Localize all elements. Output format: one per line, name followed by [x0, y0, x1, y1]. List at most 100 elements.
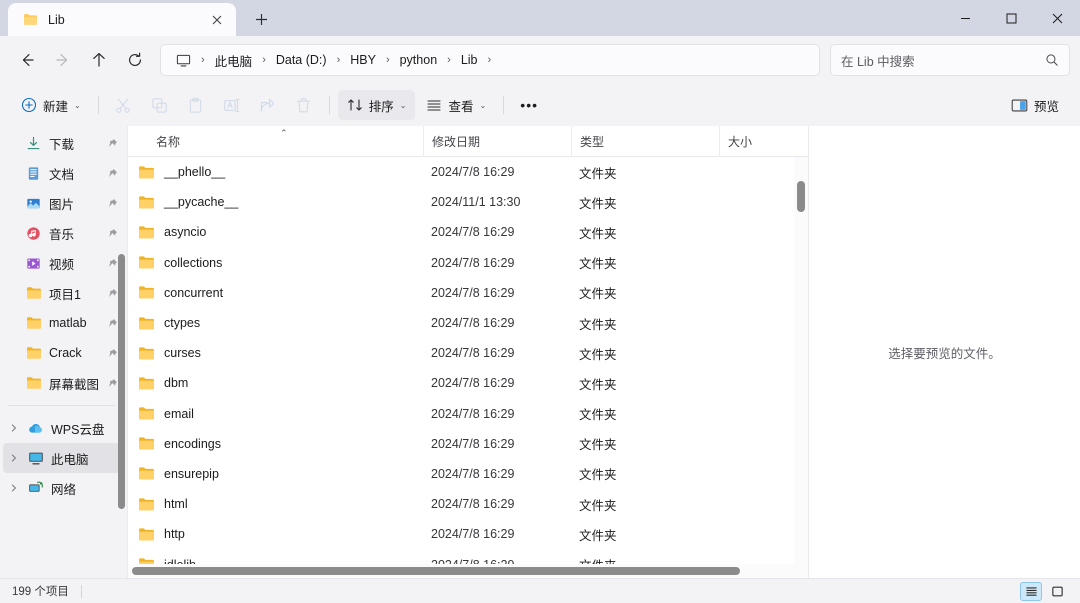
details-view-icon[interactable] [1020, 581, 1042, 601]
pin-icon[interactable] [106, 348, 118, 359]
pin-icon[interactable] [106, 168, 118, 179]
chevron-right-icon[interactable] [7, 484, 20, 492]
sidebar-item-matlab[interactable]: matlab [3, 308, 124, 338]
share-button[interactable] [251, 90, 285, 120]
file-size [719, 217, 789, 247]
large-icons-view-icon[interactable] [1046, 582, 1068, 601]
view-button[interactable]: 查看 ⌄ [417, 90, 495, 120]
table-row[interactable]: ctypes 2024/7/8 16:29 文件夹 [128, 308, 808, 338]
file-name: http [164, 527, 185, 542]
maximize-button[interactable] [988, 0, 1034, 36]
sidebar-item-wps-cloud[interactable]: WPS云盘 [3, 413, 124, 443]
minimize-button[interactable] [942, 0, 988, 36]
column-header-size[interactable]: 大小 [719, 126, 789, 156]
sidebar-item-this-pc[interactable]: 此电脑 [3, 443, 124, 473]
vertical-scrollbar-thumb[interactable] [797, 181, 805, 212]
pin-icon[interactable] [106, 258, 118, 269]
file-name-cell: collections [128, 248, 423, 278]
command-bar: 新建 ⌄ 排序 ⌄ 查看 ⌄ ••• 预览 [0, 84, 1080, 126]
chevron-right-icon[interactable] [7, 424, 20, 432]
back-button[interactable] [10, 43, 44, 77]
search-box[interactable]: 在 Lib 中搜索 [830, 44, 1070, 76]
preview-toggle-button[interactable]: 预览 [1002, 90, 1068, 120]
column-header-name[interactable]: 名称 ⌃ [128, 126, 423, 156]
breadcrumb-item-data[interactable]: Data (D:) [269, 50, 334, 70]
column-header-size-label: 大小 [728, 134, 753, 149]
sort-ascending-icon: ⌃ [280, 128, 288, 138]
breadcrumb-item-hby[interactable]: HBY [343, 50, 383, 70]
table-row[interactable]: ensurepip 2024/7/8 16:29 文件夹 [128, 459, 808, 489]
sidebar-item-downloads[interactable]: 下载 [3, 128, 124, 158]
cloud-icon [27, 420, 44, 437]
scissors-icon [115, 97, 132, 114]
close-icon[interactable] [206, 9, 228, 31]
table-row[interactable]: email 2024/7/8 16:29 文件夹 [128, 399, 808, 429]
monitor-icon [176, 53, 191, 68]
delete-button[interactable] [287, 90, 321, 120]
forward-button[interactable] [46, 43, 80, 77]
address-bar[interactable]: › 此电脑 › Data (D:) › HBY › python › Lib › [160, 44, 820, 76]
sidebar-item-crack[interactable]: Crack [3, 338, 124, 368]
search-input[interactable]: 在 Lib 中搜索 [841, 51, 915, 70]
copy-button[interactable] [143, 90, 177, 120]
refresh-button[interactable] [118, 43, 152, 77]
column-header-type[interactable]: 类型 [571, 126, 719, 156]
cut-button[interactable] [107, 90, 141, 120]
up-button[interactable] [82, 43, 116, 77]
pin-icon[interactable] [106, 198, 118, 209]
table-row[interactable]: asyncio 2024/7/8 16:29 文件夹 [128, 217, 808, 247]
rename-button[interactable] [215, 90, 249, 120]
breadcrumb-item-lib[interactable]: Lib [454, 50, 485, 70]
sidebar-item-project1[interactable]: 项目1 [3, 278, 124, 308]
new-button[interactable]: 新建 ⌄ [12, 90, 90, 120]
pin-icon[interactable] [106, 288, 118, 299]
close-button[interactable] [1034, 0, 1080, 36]
pin-icon[interactable] [106, 138, 118, 149]
folder-icon [138, 346, 155, 361]
pin-icon[interactable] [106, 318, 118, 329]
network-icon [27, 480, 44, 497]
folder-icon [138, 255, 155, 270]
table-row[interactable]: collections 2024/7/8 16:29 文件夹 [128, 248, 808, 278]
sidebar-item-videos[interactable]: 视频 [3, 248, 124, 278]
pin-icon[interactable] [106, 378, 118, 389]
music-icon [25, 225, 42, 242]
sidebar-item-screenshots[interactable]: 屏幕截图 [3, 368, 124, 398]
column-header-date-label: 修改日期 [432, 134, 481, 149]
pin-icon[interactable] [106, 228, 118, 239]
sidebar-item-network[interactable]: 网络 [3, 473, 124, 503]
horizontal-scrollbar-thumb[interactable] [132, 567, 740, 575]
table-row[interactable]: http 2024/7/8 16:29 文件夹 [128, 519, 808, 549]
paste-button[interactable] [179, 90, 213, 120]
sidebar-item-music[interactable]: 音乐 [3, 218, 124, 248]
tab-lib[interactable]: Lib [8, 3, 236, 36]
table-row[interactable]: curses 2024/7/8 16:29 文件夹 [128, 338, 808, 368]
sort-button[interactable]: 排序 ⌄ [337, 90, 416, 120]
file-type: 文件夹 [579, 438, 617, 453]
file-date: 2024/7/8 16:29 [431, 376, 515, 391]
table-row[interactable]: dbm 2024/7/8 16:29 文件夹 [128, 368, 808, 398]
chevron-right-icon[interactable] [7, 454, 20, 462]
column-header-date[interactable]: 修改日期 [423, 126, 571, 156]
file-list-vertical-scrollbar[interactable] [794, 157, 808, 564]
sidebar-item-pictures[interactable]: 图片 [3, 188, 124, 218]
sidebar-scrollbar-thumb[interactable] [118, 254, 125, 509]
sidebar-item-documents[interactable]: 文档 [3, 158, 124, 188]
chevron-down-icon: ⌄ [479, 100, 487, 110]
list-icon [426, 97, 442, 113]
table-row[interactable]: concurrent 2024/7/8 16:29 文件夹 [128, 278, 808, 308]
breadcrumb-item-pc[interactable]: 此电脑 [208, 48, 260, 73]
new-tab-button[interactable] [246, 4, 276, 34]
breadcrumb-item-python[interactable]: python [393, 50, 445, 70]
table-row[interactable]: __phello__ 2024/7/8 16:29 文件夹 [128, 157, 808, 187]
file-date: 2024/7/8 16:29 [431, 285, 515, 300]
breadcrumb-root[interactable] [169, 50, 198, 71]
file-type: 文件夹 [579, 196, 617, 211]
table-row[interactable]: encodings 2024/7/8 16:29 文件夹 [128, 429, 808, 459]
file-list-horizontal-scrollbar[interactable] [128, 564, 808, 578]
file-name-cell: ensurepip [128, 459, 423, 489]
table-row[interactable]: html 2024/7/8 16:29 文件夹 [128, 489, 808, 519]
folder-icon [138, 527, 155, 542]
more-options-button[interactable]: ••• [512, 90, 546, 120]
table-row[interactable]: __pycache__ 2024/11/1 13:30 文件夹 [128, 187, 808, 217]
